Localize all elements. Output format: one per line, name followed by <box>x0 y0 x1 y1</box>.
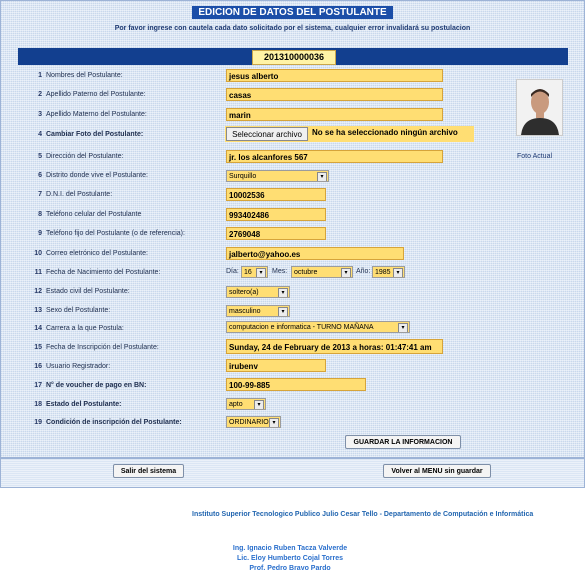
row-number: 18 <box>34 401 42 408</box>
page-title: EDICION DE DATOS DEL POSTULANTE <box>0 6 585 19</box>
paternal-surname-label: Apellido Paterno del Postulante: <box>46 91 146 98</box>
row-number: 8 <box>38 211 42 218</box>
email-field[interactable]: jalberto@yahoo.es <box>226 247 404 260</box>
address-field[interactable]: jr. los alcanfores 567 <box>226 150 443 163</box>
chevron-down-icon: ▾ <box>269 418 279 427</box>
address-label: Dirección del Postulante: <box>46 153 124 160</box>
career-label: Carrera a la que Postula: <box>46 325 124 332</box>
registration-date-field[interactable]: Sunday, 24 de February de 2013 a horas: … <box>226 339 443 354</box>
birth-date-label: Fecha de Nacimiento del Postulante: <box>46 269 161 276</box>
landline-field[interactable]: 2769048 <box>226 227 326 240</box>
month-select[interactable]: octubre ▾ <box>291 266 353 278</box>
file-status: No se ha seleccionado ningún archivo <box>312 128 458 137</box>
sex-label: Sexo del Postulante: <box>46 307 111 314</box>
district-label: Distrito donde vive el Postulante: <box>46 172 148 179</box>
maternal-surname-label: Apellido Materno del Postulante: <box>46 111 147 118</box>
row-number: 3 <box>38 111 42 118</box>
career-select[interactable]: computacion e informatica - TURNO MAÑANA… <box>226 321 410 333</box>
applicant-status-select[interactable]: apto ▾ <box>226 398 266 410</box>
registration-condition-select[interactable]: ORDINARIO ▾ <box>226 416 281 428</box>
month-label: Mes: <box>272 268 288 275</box>
credit-line: Prof. Pedro Bravo Pardo <box>249 565 331 572</box>
cell-phone-label: Teléfono celular del Postulante <box>46 211 142 218</box>
registration-condition-label: Condición de inscripción del Postulante: <box>46 419 182 426</box>
row-number: 5 <box>38 153 42 160</box>
maternal-surname-field[interactable]: marin <box>226 108 443 121</box>
day-label: Día: <box>226 268 239 275</box>
chevron-down-icon: ▾ <box>341 268 351 277</box>
row-number: 16 <box>34 363 42 370</box>
year-select[interactable]: 1985 ▾ <box>372 266 405 278</box>
row-number: 7 <box>38 191 42 198</box>
save-button[interactable]: GUARDAR LA INFORMACION <box>345 435 461 449</box>
change-photo-label: Cambiar Foto del Postulante: <box>46 131 144 138</box>
cell-phone-field[interactable]: 993402486 <box>226 208 326 221</box>
exit-button[interactable]: Salir del sistema <box>113 464 184 478</box>
sex-select[interactable]: masculino ▾ <box>226 305 290 317</box>
institution-text: Instituto Superior Tecnologico Publico J… <box>192 511 534 518</box>
civil-status-select[interactable]: soltero(a) ▾ <box>226 286 290 298</box>
select-file-button[interactable]: Seleccionar archivo <box>226 127 308 141</box>
chevron-down-icon: ▾ <box>254 400 264 409</box>
row-number: 10 <box>34 250 42 257</box>
applicant-code: 201310000036 <box>252 50 336 65</box>
civil-status-label: Estado civil del Postulante: <box>46 288 130 295</box>
applicant-photo <box>516 79 563 136</box>
credit-line: Ing. Ignacio Ruben Tacza Valverde <box>232 545 348 552</box>
registering-user-label: Usuario Registrador: <box>46 363 111 370</box>
voucher-field[interactable]: 100-99-885 <box>226 378 366 391</box>
page-subtitle: Por favor ingrese con cautela cada dato … <box>114 25 471 32</box>
row-number: 11 <box>34 269 42 276</box>
district-select[interactable]: Surquillo ▾ <box>226 170 329 182</box>
row-number: 13 <box>34 307 42 314</box>
row-number: 12 <box>34 288 42 295</box>
row-number: 14 <box>34 325 42 332</box>
row-number: 15 <box>34 344 42 351</box>
row-number: 17 <box>34 382 42 389</box>
chevron-down-icon: ▾ <box>278 307 288 316</box>
year-label: Año: <box>356 268 371 275</box>
chevron-down-icon: ▾ <box>256 268 266 277</box>
first-name-label: Nombres del Postulante: <box>46 72 123 79</box>
applicant-status-label: Estado del Postulante: <box>46 401 122 408</box>
chevron-down-icon: ▾ <box>398 323 408 332</box>
row-number: 1 <box>38 72 42 79</box>
back-to-menu-button[interactable]: Volver al MENU sin guardar <box>383 464 491 478</box>
voucher-label: N° de voucher de pago en BN: <box>46 382 147 389</box>
row-number: 6 <box>38 172 42 179</box>
row-number: 4 <box>38 131 42 138</box>
day-select[interactable]: 16 ▾ <box>241 266 268 278</box>
credit-line: Lic. Eloy Humberto Cojal Torres <box>236 555 344 562</box>
registering-user-field[interactable]: irubenv <box>226 359 326 372</box>
paternal-surname-field[interactable]: casas <box>226 88 443 101</box>
footer-bar <box>0 458 585 488</box>
row-number: 19 <box>34 419 42 426</box>
landline-label: Teléfono fijo del Postulante (o de refer… <box>46 230 185 237</box>
chevron-down-icon: ▾ <box>317 172 327 181</box>
current-photo-label: Foto Actual <box>517 153 553 160</box>
row-number: 2 <box>38 91 42 98</box>
chevron-down-icon: ▾ <box>393 268 403 277</box>
dni-label: D.N.I. del Postulante: <box>46 191 113 198</box>
credits: Ing. Ignacio Ruben Tacza Valverde Lic. E… <box>200 544 380 574</box>
registration-date-label: Fecha de Inscripción del Postulante: <box>46 344 159 351</box>
first-name-field[interactable]: jesus alberto <box>226 69 443 82</box>
dni-field[interactable]: 10002536 <box>226 188 326 201</box>
email-label: Correo eletrónico del Postulante: <box>46 250 148 257</box>
row-number: 9 <box>38 230 42 237</box>
chevron-down-icon: ▾ <box>278 288 288 297</box>
